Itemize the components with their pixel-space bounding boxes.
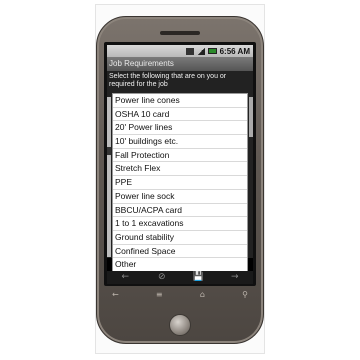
phone-back-icon[interactable]: ← <box>112 290 119 300</box>
list-item[interactable]: 10' buildings etc. <box>113 135 247 149</box>
background-scroll-edge <box>249 97 253 137</box>
status-bar: 6:56 AM <box>107 45 253 57</box>
save-icon[interactable]: 💾 <box>188 271 208 284</box>
phone-speaker <box>160 31 200 35</box>
list-item[interactable]: Power line sock <box>113 190 247 204</box>
app-title: Job Requirements <box>107 57 253 71</box>
phone-nav-row: ← ≡ ⌂ ⚲ <box>112 290 248 300</box>
list-item[interactable]: Confined Space <box>113 245 247 259</box>
phone-search-icon[interactable]: ⚲ <box>242 290 248 300</box>
list-item[interactable]: PPE <box>113 176 247 190</box>
list-item[interactable]: Fall Protection <box>113 149 247 163</box>
background-field-edge-dark <box>107 147 111 155</box>
list-item[interactable]: Other <box>113 258 247 272</box>
list-item[interactable]: 20' Power lines <box>113 121 247 136</box>
requirements-list: Power line cones OSHA 10 card 20' Power … <box>112 93 248 272</box>
sim-icon <box>185 47 194 55</box>
list-item[interactable]: Stretch Flex <box>113 162 247 177</box>
list-item[interactable]: Power line cones <box>113 94 247 108</box>
forward-arrow-icon[interactable]: → <box>225 271 245 284</box>
phone-home-icon[interactable]: ⌂ <box>200 290 205 300</box>
signal-icon <box>196 47 205 55</box>
list-item[interactable]: OSHA 10 card <box>113 108 247 122</box>
phone-menu-icon[interactable]: ≡ <box>156 290 163 300</box>
battery-icon <box>207 48 217 54</box>
back-arrow-icon[interactable]: ← <box>115 271 135 284</box>
background-field-edge <box>107 97 111 257</box>
instruction-text: Select the following that are on you or … <box>109 73 227 88</box>
cancel-icon[interactable]: ⊘ <box>152 271 172 284</box>
list-item[interactable]: 1 to 1 excavations <box>113 217 247 231</box>
phone-screen: 6:56 AM Job Requirements Select the foll… <box>107 45 253 284</box>
trackball[interactable] <box>169 314 191 336</box>
status-time: 6:56 AM <box>219 46 250 56</box>
softkey-bar: ← ⊘ 💾 → <box>107 271 253 284</box>
list-item[interactable]: BBCU/ACPA card <box>113 204 247 218</box>
list-item[interactable]: Ground stability <box>113 231 247 245</box>
